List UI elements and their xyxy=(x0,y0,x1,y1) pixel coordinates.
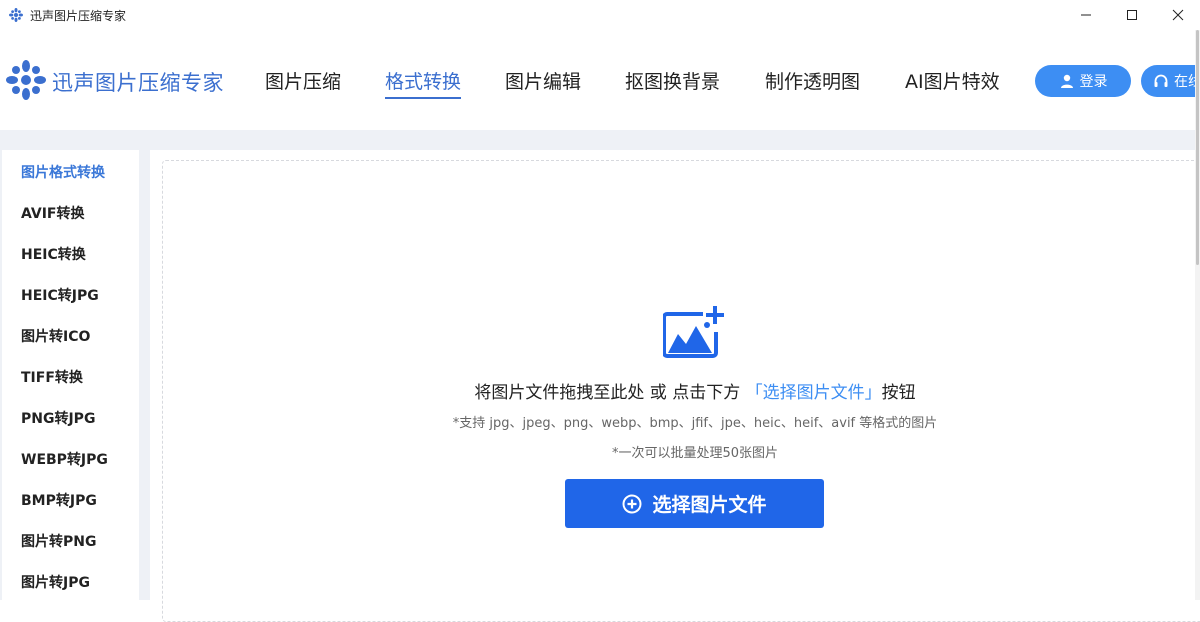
scrollbar-thumb[interactable] xyxy=(1196,30,1199,265)
header-divider-band xyxy=(0,130,1200,150)
batch-limit-hint: *一次可以批量处理50张图片 xyxy=(611,446,779,461)
user-icon xyxy=(1060,74,1073,88)
sidebar-item-heic-to-jpg[interactable]: HEIC转JPG xyxy=(21,285,99,305)
brand-logo-icon xyxy=(6,60,46,100)
close-icon xyxy=(1172,9,1184,21)
login-label: 登录 xyxy=(1079,74,1108,90)
nav-cutout-background[interactable]: 抠图换背景 xyxy=(625,67,720,94)
maximize-button[interactable] xyxy=(1109,0,1155,30)
sidebar-item-image-format-convert[interactable]: 图片格式转换 xyxy=(21,162,105,182)
login-button[interactable]: 登录 xyxy=(1035,65,1131,97)
drop-instruction-prefix: 将图片文件拖拽至此处 或 点击下方 xyxy=(474,383,741,403)
nav-image-edit[interactable]: 图片编辑 xyxy=(505,67,581,94)
brand-name: 迅声图片压缩专家 xyxy=(52,71,224,95)
app-logo-icon xyxy=(9,8,23,22)
select-files-button[interactable]: 选择图片文件 xyxy=(565,479,824,528)
add-image-icon xyxy=(663,306,724,358)
sidebar-item-avif-convert[interactable]: AVIF转换 xyxy=(21,203,85,223)
nav-ai-effects[interactable]: AI图片特效 xyxy=(905,67,1000,94)
nav-image-compress[interactable]: 图片压缩 xyxy=(265,67,341,94)
sidebar-item-image-to-png[interactable]: 图片转PNG xyxy=(21,531,96,551)
select-files-label: 选择图片文件 xyxy=(652,494,767,516)
format-sidebar: 图片格式转换 AVIF转换 HEIC转换 HEIC转JPG 图片转ICO TIF… xyxy=(2,150,139,600)
main-panel: 将图片文件拖拽至此处 或 点击下方 「选择图片文件」按钮 *支持 jpg、jpe… xyxy=(150,150,1200,622)
select-file-link[interactable]: 「选择图片文件」 xyxy=(746,383,882,403)
nav-make-transparent[interactable]: 制作透明图 xyxy=(765,67,860,94)
sidebar-item-image-to-ico[interactable]: 图片转ICO xyxy=(21,326,90,346)
online-service-button[interactable]: 在线 xyxy=(1141,65,1200,97)
drop-instruction-suffix: 按钮 xyxy=(881,383,916,403)
sidebar-item-image-to-jpg[interactable]: 图片转JPG xyxy=(21,572,90,592)
minimize-button[interactable] xyxy=(1063,0,1109,30)
nav-format-convert[interactable]: 格式转换 xyxy=(385,67,462,99)
sidebar-item-heic-convert[interactable]: HEIC转换 xyxy=(21,244,86,264)
minimize-icon xyxy=(1081,14,1091,16)
sidebar-item-webp-to-jpg[interactable]: WEBP转JPG xyxy=(21,449,108,469)
title-bar: 迅声图片压缩专家 xyxy=(0,0,1200,30)
plus-circle-icon xyxy=(622,494,642,513)
sidebar-item-tiff-convert[interactable]: TIFF转换 xyxy=(21,367,83,387)
drop-instruction: 将图片文件拖拽至此处 或 点击下方 「选择图片文件」按钮 xyxy=(150,378,1200,403)
headset-icon xyxy=(1154,74,1168,87)
maximize-icon xyxy=(1127,10,1137,20)
close-button[interactable] xyxy=(1155,0,1200,30)
sidebar-item-png-to-jpg[interactable]: PNG转JPG xyxy=(21,408,95,428)
supported-formats-hint: *支持 jpg、jpeg、png、webp、bmp、jfif、jpe、heic、… xyxy=(452,416,938,431)
sidebar-item-bmp-to-jpg[interactable]: BMP转JPG xyxy=(21,490,97,510)
window-title: 迅声图片压缩专家 xyxy=(30,9,127,23)
